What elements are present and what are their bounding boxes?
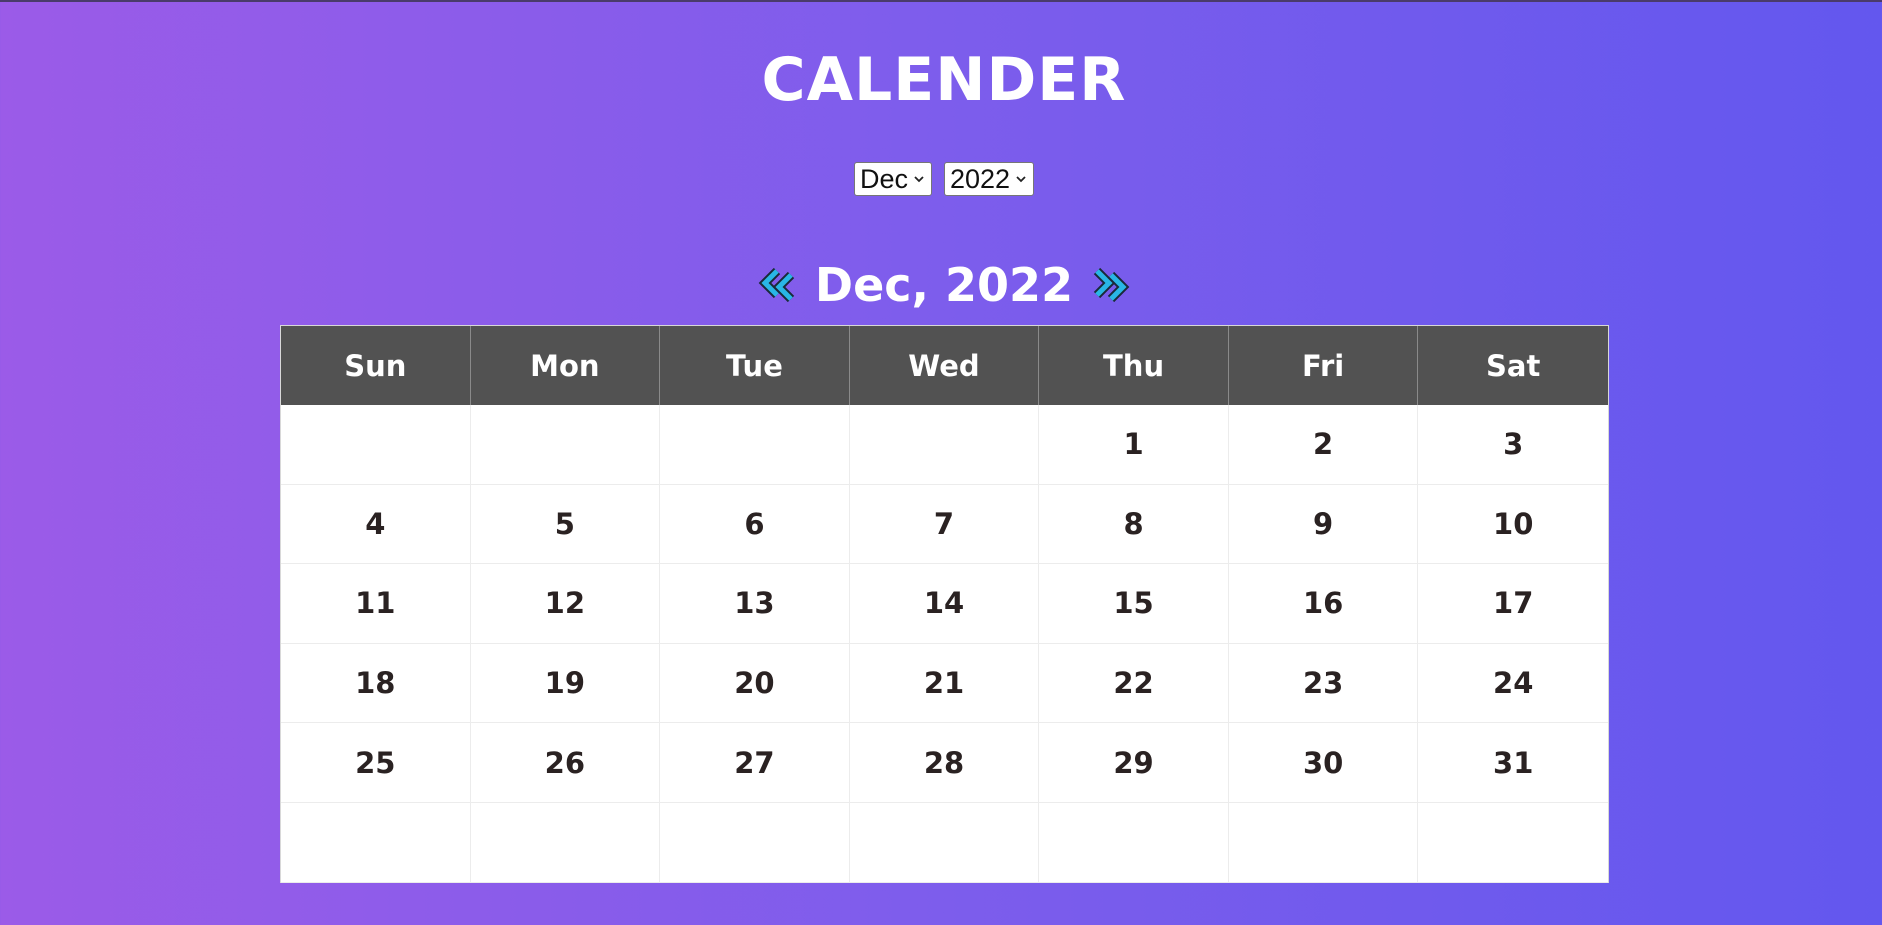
day-cell[interactable]: 31 — [1418, 723, 1608, 803]
day-cell[interactable]: 14 — [849, 564, 1040, 644]
year-select[interactable]: 2022 — [943, 162, 1035, 196]
double-chevron-left-icon[interactable] — [757, 263, 801, 307]
empty-day-cell — [1228, 802, 1419, 883]
weekday-header: Fri — [1229, 326, 1419, 405]
day-cell[interactable]: 12 — [470, 564, 661, 644]
day-cell[interactable]: 13 — [660, 564, 850, 644]
day-cell[interactable]: 17 — [1418, 564, 1608, 644]
empty-day-cell — [470, 405, 661, 485]
double-chevron-right-icon[interactable] — [1087, 263, 1131, 307]
day-cell[interactable]: 27 — [660, 723, 850, 803]
empty-day-cell — [660, 802, 850, 883]
chevron-down-icon — [1016, 176, 1026, 183]
day-cell[interactable]: 18 — [281, 643, 471, 724]
calendar-table: Sun Mon Tue Wed Thu Fri Sat 1 2 3 4 5 6 7 8 9 10 1… — [280, 325, 1609, 883]
calendar-days-grid: 1 2 3 4 5 6 7 8 9 10 11 12 13 14 15 16 17 18 19 20 21 22 23 24 2… — [281, 405, 1608, 883]
weekday-header: Mon — [471, 326, 661, 405]
day-cell[interactable]: 16 — [1228, 564, 1419, 644]
weekday-header-row: Sun Mon Tue Wed Thu Fri Sat — [281, 326, 1608, 405]
empty-day-cell — [281, 802, 471, 883]
date-selectors: Dec 2022 — [0, 162, 1882, 196]
chevron-down-icon — [914, 176, 924, 183]
day-cell[interactable]: 5 — [470, 484, 661, 565]
weekday-header: Sat — [1486, 348, 1541, 383]
month-heading: Dec, 2022 — [0, 255, 1882, 315]
empty-day-cell — [281, 405, 471, 485]
day-cell[interactable]: 21 — [849, 643, 1040, 724]
empty-day-cell — [470, 802, 661, 883]
day-cell[interactable]: 30 — [1228, 723, 1419, 803]
weekday-header: Tue — [660, 326, 850, 405]
window-top-border — [0, 0, 1882, 2]
day-cell[interactable]: 1 — [1039, 405, 1229, 485]
day-cell[interactable]: 20 — [660, 643, 850, 724]
day-cell[interactable]: 19 — [470, 643, 661, 724]
empty-day-cell — [849, 802, 1040, 883]
empty-day-cell — [1039, 802, 1229, 883]
day-cell[interactable]: 15 — [1039, 564, 1229, 644]
current-month-label: Dec, 2022 — [814, 258, 1074, 312]
day-cell[interactable]: 26 — [470, 723, 661, 803]
day-cell[interactable]: 4 — [281, 484, 471, 565]
day-cell[interactable]: 6 — [660, 484, 850, 565]
weekday-header: Thu — [1039, 326, 1229, 405]
page-title: CALENDER — [761, 45, 1127, 115]
month-select-value: Dec — [859, 163, 908, 194]
day-cell[interactable]: 11 — [281, 564, 471, 644]
month-select[interactable]: Dec — [853, 162, 932, 196]
day-cell[interactable]: 2 — [1228, 405, 1419, 485]
empty-day-cell — [849, 405, 1040, 485]
day-cell[interactable]: 22 — [1039, 643, 1229, 724]
day-cell[interactable]: 9 — [1228, 484, 1419, 565]
day-cell[interactable]: 23 — [1228, 643, 1419, 724]
day-cell[interactable]: 8 — [1039, 484, 1229, 565]
weekday-header: Wed — [850, 326, 1040, 405]
day-cell[interactable]: 10 — [1418, 485, 1608, 565]
empty-day-cell — [1418, 803, 1608, 883]
day-cell[interactable]: 7 — [849, 484, 1040, 565]
day-cell[interactable]: 3 — [1418, 405, 1608, 485]
day-cell[interactable]: 29 — [1039, 723, 1229, 803]
day-cell[interactable]: 28 — [849, 723, 1040, 803]
year-select-value: 2022 — [949, 163, 1011, 194]
day-cell[interactable]: 25 — [281, 723, 471, 803]
day-cell[interactable]: 24 — [1418, 644, 1608, 724]
weekday-header: Sun — [281, 326, 471, 405]
empty-day-cell — [660, 405, 850, 485]
